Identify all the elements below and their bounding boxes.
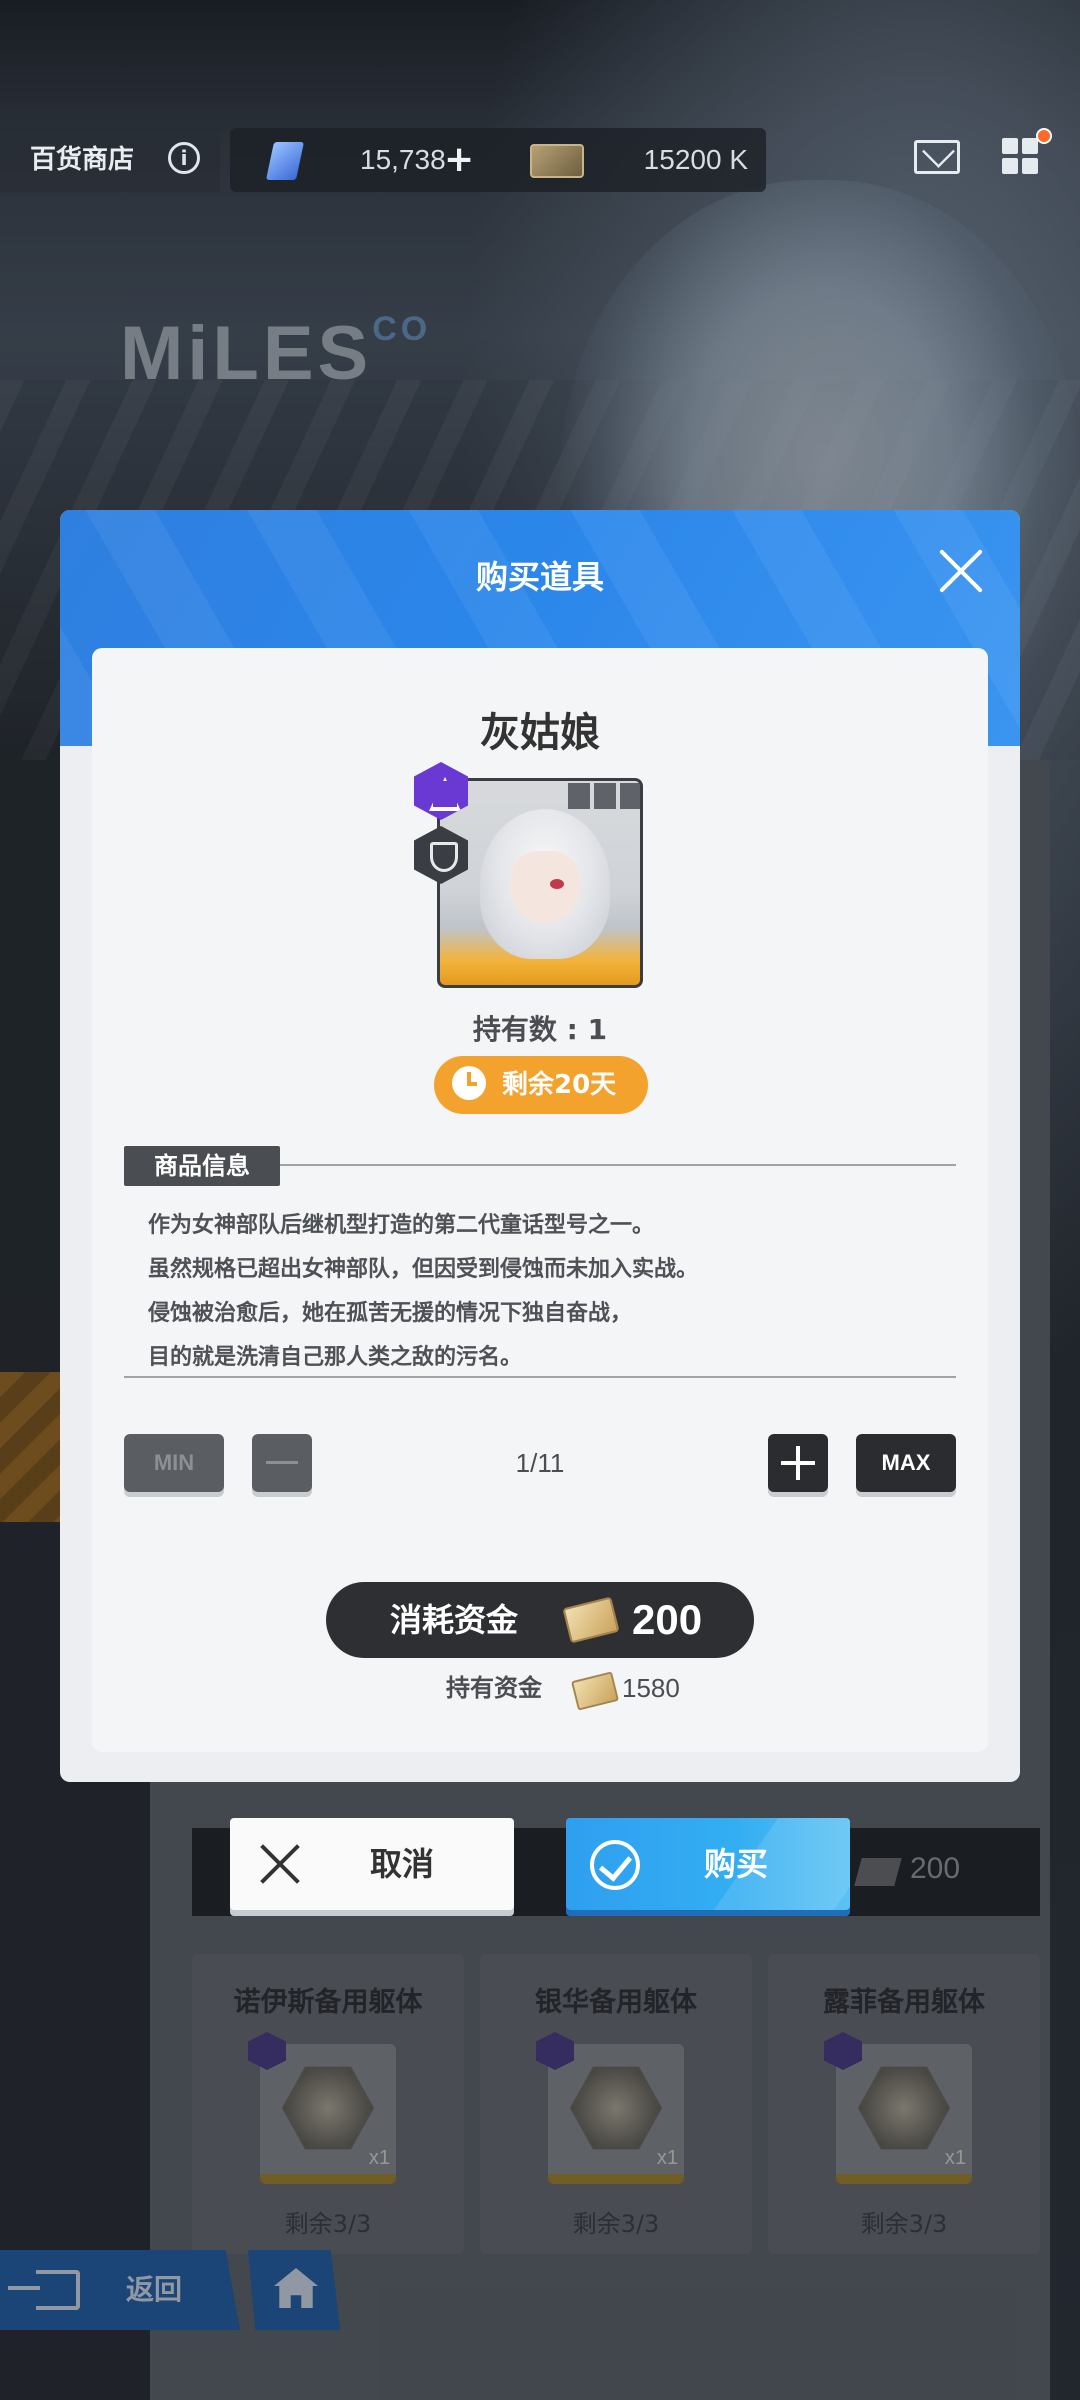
item-detail-panel: 灰姑娘 持有数 : 1 剩余20天 商品信息 作为女神部队后继机型打造的第二代童… — [92, 648, 988, 1752]
cost-label: 消耗资金 — [390, 1601, 519, 1639]
owned-funds-label: 持有资金 — [446, 1674, 542, 1702]
rarity-stars-icon — [568, 783, 640, 809]
item-portrait — [437, 778, 643, 988]
gem-amount: 15,738 — [360, 144, 446, 175]
description-line: 目的就是洗清自己那人类之敌的污名。 — [148, 1345, 523, 1370]
notification-dot — [1036, 128, 1052, 144]
quantity-display: 1/11 — [515, 1448, 565, 1478]
item-name: 灰姑娘 — [480, 710, 600, 756]
top-bar: 百货商店 i 15,738 + 15200 K — [0, 120, 1080, 200]
buy-button-label: 购买 — [704, 1845, 769, 1883]
cancel-button[interactable]: 取消 — [230, 1818, 514, 1910]
currency-bar: 15,738 + 15200 K — [230, 128, 766, 192]
menu-grid-icon[interactable] — [1002, 138, 1040, 176]
character-face — [510, 851, 580, 923]
section-label: 商品信息 — [124, 1146, 280, 1186]
cost-value: 200 — [632, 1596, 703, 1643]
max-quantity-button[interactable]: MAX — [856, 1434, 956, 1492]
description-line: 虽然规格已超出女神部队，但因受到侵蚀而未加入实战。 — [148, 1257, 699, 1282]
owned-count: 持有数 : 1 — [472, 1013, 608, 1046]
cancel-button-label: 取消 — [370, 1845, 435, 1883]
clock-icon — [452, 1066, 486, 1100]
add-gems-button[interactable]: + — [444, 128, 474, 192]
description-line: 侵蚀被治愈后，她在孤苦无援的情况下独自奋战， — [148, 1301, 633, 1326]
ticket-amount: 15200 K — [643, 144, 748, 175]
modal-title: 购买道具 — [475, 558, 604, 596]
credit-ticket-icon — [530, 144, 584, 178]
close-icon[interactable] — [936, 546, 986, 596]
cost-display: 消耗资金 200 — [326, 1582, 754, 1658]
buy-button[interactable]: 购买 — [566, 1818, 850, 1910]
owned-funds-value: 1580 — [622, 1673, 680, 1703]
character-eye — [550, 879, 564, 889]
increase-quantity-button[interactable] — [768, 1434, 828, 1492]
credit-ticket-icon — [562, 1596, 620, 1644]
gem-icon — [265, 142, 305, 180]
close-icon — [258, 1842, 302, 1886]
mail-icon[interactable] — [914, 140, 960, 174]
purchase-item-modal: 购买道具 灰姑娘 持有数 : 1 剩余20天 商品信息 作为女神部队后继机型打造… — [60, 510, 1020, 1782]
divider — [280, 1164, 956, 1166]
check-circle-icon — [590, 1840, 640, 1890]
description-line: 作为女神部队后继机型打造的第二代童话型号之一。 — [148, 1213, 655, 1238]
info-icon[interactable]: i — [168, 142, 200, 174]
item-description: 作为女神部队后继机型打造的第二代童话型号之一。 虽然规格已超出女神部队，但因受到… — [148, 1204, 948, 1380]
credit-ticket-icon — [570, 1671, 620, 1711]
divider — [124, 1376, 956, 1378]
